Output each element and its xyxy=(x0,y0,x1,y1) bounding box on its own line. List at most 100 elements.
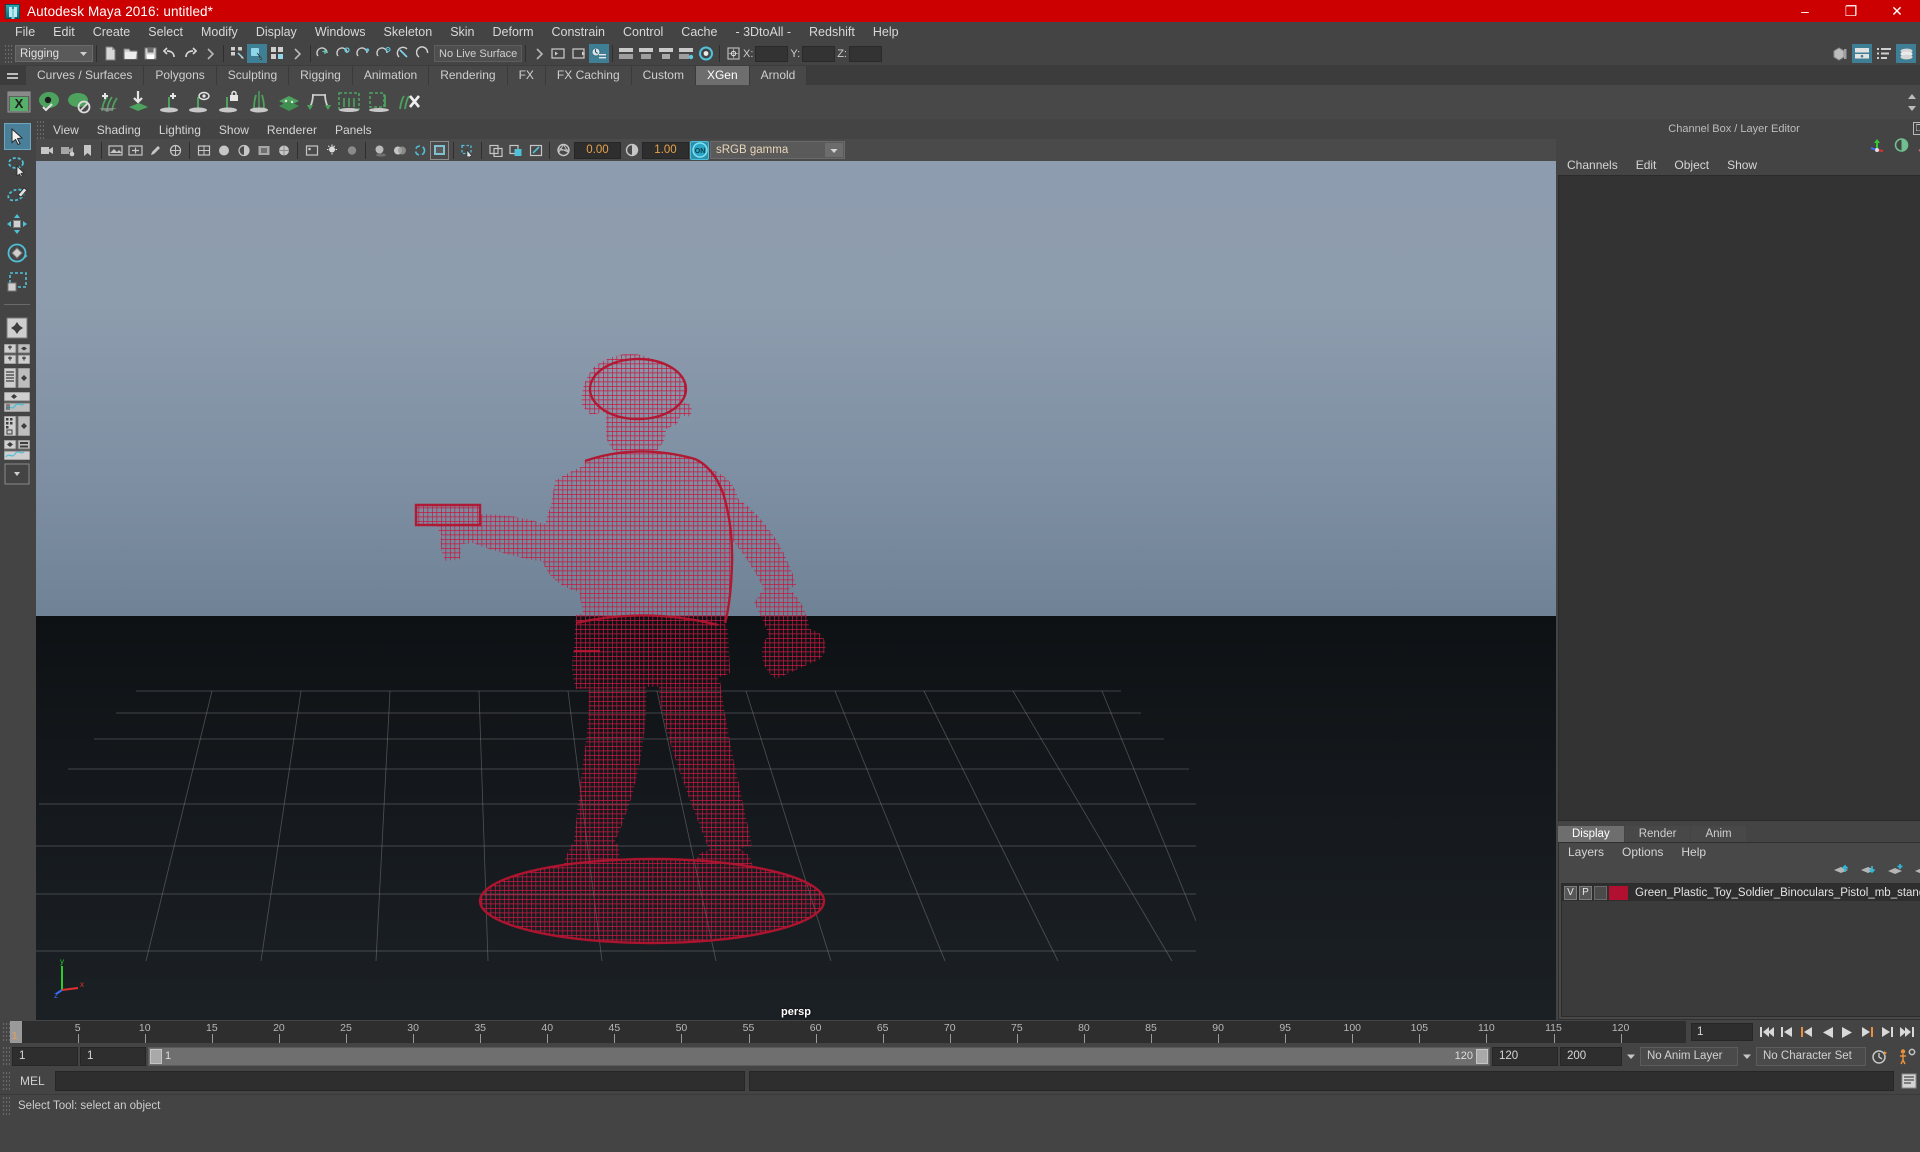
xgen-groom-layers-icon[interactable] xyxy=(276,89,302,115)
xgen-preview-icon[interactable] xyxy=(36,89,62,115)
options-menu[interactable]: Options xyxy=(1613,843,1672,861)
y-field[interactable] xyxy=(802,45,836,62)
menu-windows[interactable]: Windows xyxy=(306,22,375,42)
perspective-viewport[interactable]: y x z persp xyxy=(36,161,1556,1020)
show-menu[interactable]: Show xyxy=(1718,156,1766,175)
shelf-tab-xgen[interactable]: XGen xyxy=(695,66,750,85)
shelf-menu-icon[interactable] xyxy=(4,67,20,85)
xgen-delete-description-icon[interactable] xyxy=(396,89,422,115)
command-input-primary[interactable] xyxy=(54,1071,745,1091)
xgen-preview-description-icon[interactable] xyxy=(186,89,212,115)
menu-create[interactable]: Create xyxy=(84,22,140,42)
select-component-icon[interactable] xyxy=(267,44,287,63)
paint-select-tool-icon[interactable] xyxy=(4,181,31,208)
xgen-export-patches-icon[interactable] xyxy=(336,89,362,115)
xray-active-components-icon[interactable] xyxy=(526,141,545,160)
command-result-field[interactable] xyxy=(748,1071,1894,1091)
shelf-tab-sculpting[interactable]: Sculpting xyxy=(216,66,290,85)
new-scene-icon[interactable] xyxy=(100,44,120,63)
menu-set-selector[interactable]: Rigging xyxy=(15,45,93,62)
channel-box-content[interactable] xyxy=(1558,175,1920,821)
toggle-modeling-toolkit-icon[interactable] xyxy=(1830,44,1850,63)
layer-tab-anim[interactable]: Anim xyxy=(1691,826,1746,842)
select-camera-icon[interactable] xyxy=(38,141,57,160)
exposure-field[interactable]: 0.00 xyxy=(574,141,621,159)
menu-file[interactable]: File xyxy=(6,22,44,42)
play-backwards-button[interactable] xyxy=(1818,1022,1836,1042)
xgen-lock-description-icon[interactable] xyxy=(216,89,242,115)
shelf-tab-rendering[interactable]: Rendering xyxy=(429,66,508,85)
shelf-tab-fx[interactable]: FX xyxy=(507,66,546,85)
snap-to-curve-icon[interactable] xyxy=(334,44,354,63)
create-empty-layer-icon[interactable] xyxy=(1887,863,1904,879)
isolate-select-icon[interactable] xyxy=(458,141,477,160)
step-back-frame-button[interactable] xyxy=(1798,1022,1816,1042)
play-forwards-button[interactable] xyxy=(1838,1022,1856,1042)
image-plane-icon[interactable] xyxy=(106,141,125,160)
create-layer-from-selected-icon[interactable] xyxy=(1914,863,1920,879)
open-script-editor-icon[interactable] xyxy=(1898,1071,1920,1091)
layout-hypershade-icon[interactable] xyxy=(4,415,31,437)
shelf-scroll-buttons[interactable] xyxy=(1906,85,1918,119)
close-button[interactable]: ✕ xyxy=(1874,0,1920,22)
menu-deform[interactable]: Deform xyxy=(484,22,543,42)
layer-tab-render[interactable]: Render xyxy=(1624,826,1691,842)
snap-to-projected-center-icon[interactable] xyxy=(374,44,394,63)
z-field[interactable] xyxy=(848,45,882,62)
menu-cache[interactable]: Cache xyxy=(672,22,726,42)
film-gate-icon[interactable] xyxy=(166,141,185,160)
menu-3dtoall[interactable]: - 3DtoAll - xyxy=(726,22,800,42)
redo-icon[interactable] xyxy=(180,44,200,63)
redshift-render-icon[interactable] xyxy=(676,44,696,63)
select-object-icon[interactable] xyxy=(247,44,267,63)
open-render-view-icon[interactable] xyxy=(549,44,569,63)
select-hierarchy-icon[interactable] xyxy=(227,44,247,63)
menu-display[interactable]: Display xyxy=(247,22,306,42)
live-surface-field[interactable]: No Live Surface xyxy=(434,45,522,62)
step-forward-key-button[interactable] xyxy=(1878,1022,1896,1042)
lasso-tool-icon[interactable] xyxy=(4,152,31,179)
layers-menu[interactable]: Layers xyxy=(1559,843,1613,861)
go-to-end-button[interactable] xyxy=(1898,1022,1916,1042)
scale-tool-icon[interactable] xyxy=(4,268,31,295)
x-field[interactable] xyxy=(755,45,789,62)
menu-skin[interactable]: Skin xyxy=(441,22,483,42)
move-layer-down-icon[interactable] xyxy=(1860,863,1877,879)
panel-menu-renderer[interactable]: Renderer xyxy=(258,121,326,139)
input-output-connections-icon[interactable] xyxy=(723,44,743,63)
expand-right-icon[interactable] xyxy=(529,44,549,63)
anim-start-field[interactable]: 1 xyxy=(12,1046,78,1066)
auto-keyframe-toggle-icon[interactable] xyxy=(1868,1048,1892,1065)
go-to-start-button[interactable] xyxy=(1758,1022,1776,1042)
render-region-icon[interactable] xyxy=(636,44,656,63)
shelf-tab-curves-surfaces[interactable]: Curves / Surfaces xyxy=(26,66,145,85)
layer-color-swatch[interactable] xyxy=(1609,885,1628,900)
anim-layer-select[interactable]: No Anim Layer xyxy=(1640,1046,1738,1066)
xgen-import-patches-icon[interactable] xyxy=(366,89,392,115)
menu-edit[interactable]: Edit xyxy=(44,22,84,42)
shadows-icon[interactable] xyxy=(370,141,389,160)
maximize-button[interactable]: ❐ xyxy=(1828,0,1874,22)
open-scene-icon[interactable] xyxy=(120,44,140,63)
render-sequence-icon[interactable] xyxy=(569,44,589,63)
smooth-shade-selected-icon[interactable] xyxy=(234,141,253,160)
menu-modify[interactable]: Modify xyxy=(192,22,247,42)
range-start-field[interactable]: 1 xyxy=(80,1046,146,1066)
camera-attributes-icon[interactable] xyxy=(58,141,77,160)
range-end-field[interactable]: 120 xyxy=(1492,1046,1558,1066)
menu-constrain[interactable]: Constrain xyxy=(543,22,615,42)
step-forward-frame-button[interactable] xyxy=(1858,1022,1876,1042)
time-slider-grip[interactable] xyxy=(2,1022,10,1042)
menu-help[interactable]: Help xyxy=(864,22,908,42)
shelf-tab-animation[interactable]: Animation xyxy=(352,66,430,85)
bookmarks-icon[interactable] xyxy=(78,141,97,160)
undock-button[interactable]: ❐ xyxy=(1913,122,1920,135)
step-back-key-button[interactable] xyxy=(1778,1022,1796,1042)
xgen-disable-preview-icon[interactable] xyxy=(66,89,92,115)
gamma-icon[interactable] xyxy=(622,141,641,160)
shelf-tab-custom[interactable]: Custom xyxy=(631,66,696,85)
playback-options-chevron-icon[interactable] xyxy=(1624,1052,1638,1061)
menu-skeleton[interactable]: Skeleton xyxy=(375,22,442,42)
toggle-channel-box-icon[interactable] xyxy=(1896,44,1916,63)
shelf-tab-arnold[interactable]: Arnold xyxy=(749,66,808,85)
